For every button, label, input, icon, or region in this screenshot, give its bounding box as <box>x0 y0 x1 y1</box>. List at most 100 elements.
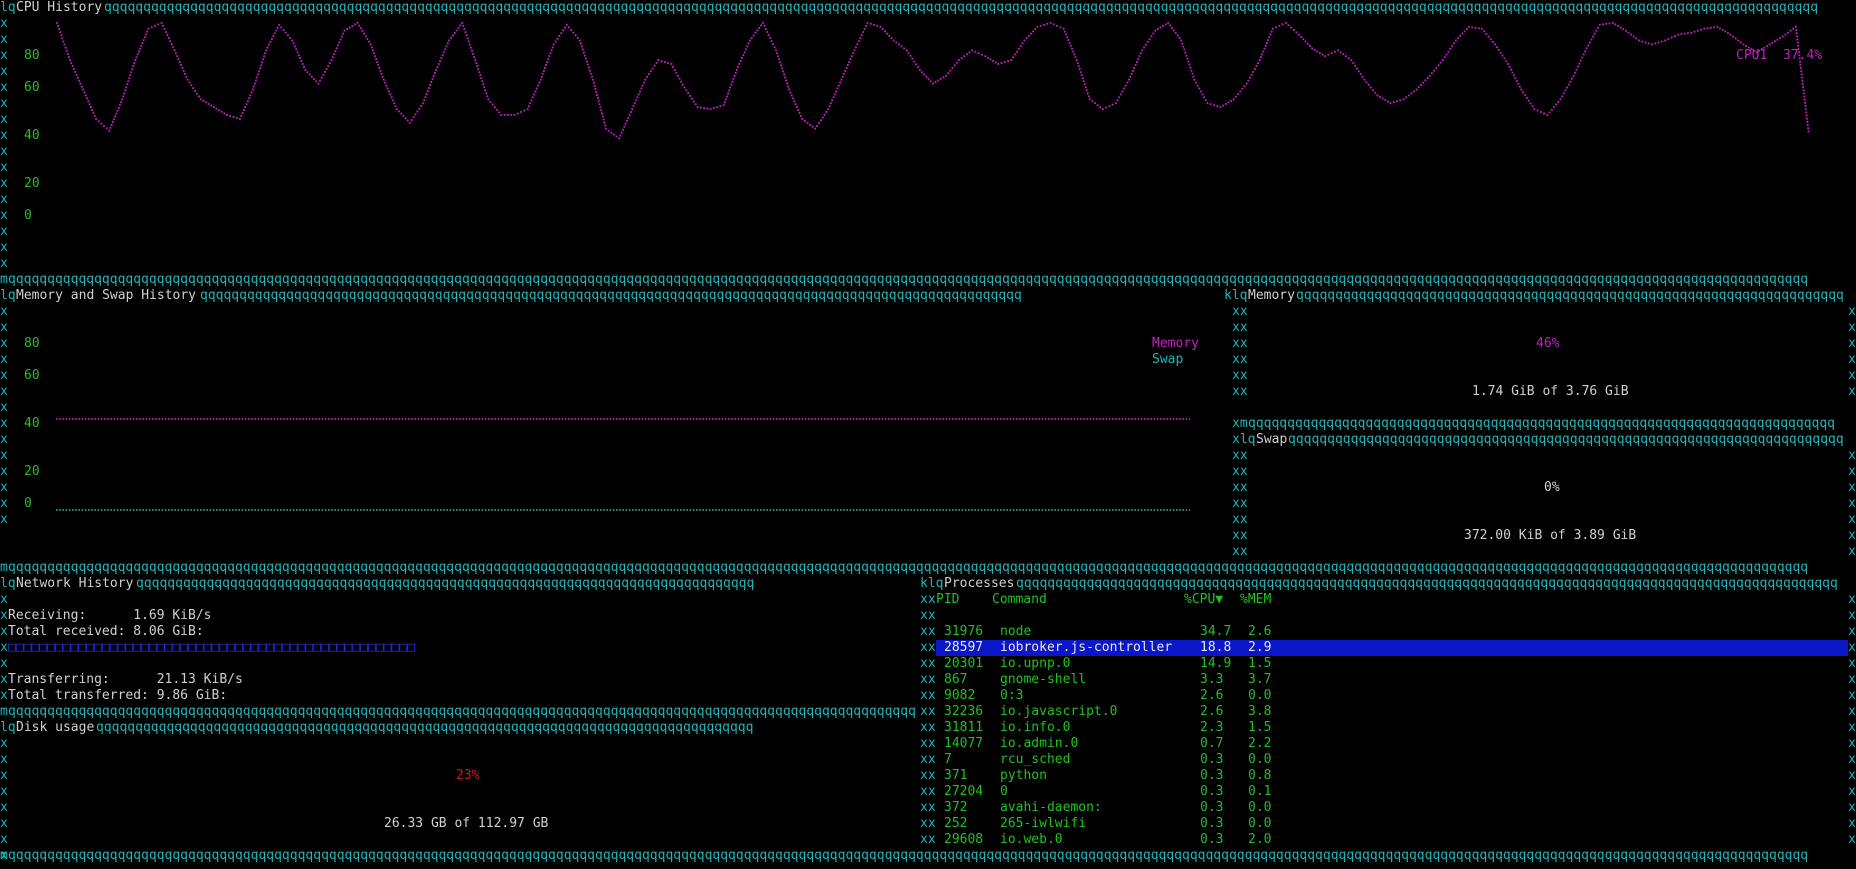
memory-panel-corner: klq <box>1224 288 1248 303</box>
process-row-gutter: xx <box>920 752 936 767</box>
process-cpu: 3.3 <box>1200 672 1224 687</box>
disk-percent: 23% <box>456 768 480 783</box>
memhist-legend-swap: Swap <box>1152 352 1184 367</box>
network-total-transferred: Total transferred: 9.86 GiB: <box>8 688 228 703</box>
processes-panel-title: Processes <box>944 576 1015 591</box>
disk-panel-corner: lq <box>0 720 16 735</box>
process-command: iobroker.js-controller <box>1000 640 1173 655</box>
process-cpu: 0.3 <box>1200 832 1224 847</box>
process-command: io.admin.0 <box>1000 736 1079 751</box>
process-command: 0:3 <box>1000 688 1024 703</box>
process-pid: 29608 <box>944 832 984 847</box>
memhist-legend-memory: Memory <box>1152 336 1199 351</box>
process-command: python <box>1000 768 1047 783</box>
process-mem: 0.8 <box>1248 768 1272 783</box>
col-header-mem[interactable]: %MEM <box>1240 592 1271 608</box>
process-mem: 2.9 <box>1248 640 1272 655</box>
process-row-gutter: xx <box>920 624 936 639</box>
memory-percent: 46% <box>1536 336 1560 351</box>
process-cpu: 0.3 <box>1200 800 1224 815</box>
terminal-screen: lq CPU History qqqqqqqqqqqqqqqqqqqqqqqqq… <box>0 0 1856 869</box>
swap-panel-title: Swap <box>1256 432 1288 447</box>
memory-panel-bottom-corner: xm <box>1232 416 1248 431</box>
process-row-gutter: xx <box>920 832 936 847</box>
memory-panel-title: Memory <box>1248 288 1295 303</box>
swap-panel-left-border: xx xx xx xx xx xx xx <box>1232 448 1248 559</box>
process-command: avahi-daemon: <box>1000 800 1102 815</box>
process-mem: 2.6 <box>1248 624 1272 639</box>
process-mem: 2.2 <box>1248 736 1272 751</box>
col-header-pid[interactable]: PID <box>936 592 959 608</box>
network-panel-top-border: qqqqqqqqqqqqqqqqqqqqqqqqqqqqqqqqqqqqqqqq… <box>136 576 755 591</box>
network-receiving: Receiving: 1.69 KiB/s <box>8 608 212 623</box>
process-mem: 1.5 <box>1248 656 1272 671</box>
process-command: io.upnp.0 <box>1000 656 1071 671</box>
process-row-gutter: xx <box>920 800 936 815</box>
network-panel-bottom-corner: m <box>0 704 8 719</box>
process-row-gutter: xx <box>920 768 936 783</box>
process-mem: 0.0 <box>1248 688 1272 703</box>
process-row-gutter: xx <box>920 784 936 799</box>
process-cpu: 2.6 <box>1200 688 1224 703</box>
middle-divider-corner: m <box>0 560 8 575</box>
process-row-gutter: xx <box>920 656 936 671</box>
swap-panel-top-border: qqqqqqqqqqqqqqqqqqqqqqqqqqqqqqqqqqqqqqqq… <box>1288 432 1844 447</box>
process-command: io.javascript.0 <box>1000 704 1118 719</box>
process-mem: 0.0 <box>1248 816 1272 831</box>
process-pid: 867 <box>944 672 968 687</box>
processes-panel-top-border: qqqqqqqqqqqqqqqqqqqqqqqqqqqqqqqqqqqqqqqq… <box>1016 576 1838 591</box>
disk-panel-title: Disk usage <box>16 720 95 735</box>
processes-gutter-spacer: xx <box>920 608 936 623</box>
swap-percent: 0% <box>1544 480 1560 495</box>
process-command: io.web.0 <box>1000 832 1063 847</box>
network-panel-left-border: x x x x x x x <box>0 592 8 703</box>
process-cpu: 0.3 <box>1200 752 1224 767</box>
process-pid: 14077 <box>944 736 984 751</box>
process-mem: 0.0 <box>1248 752 1272 767</box>
process-pid: 27204 <box>944 784 984 799</box>
process-pid: 28597 <box>944 640 984 655</box>
process-pid: 252 <box>944 816 968 831</box>
process-cpu: 34.7 <box>1200 624 1232 639</box>
swap-panel-corner: xlq <box>1232 432 1256 447</box>
process-cpu: 18.8 <box>1200 640 1232 655</box>
process-command: 265-iwlwifi <box>1000 816 1087 831</box>
swap-panel-right-border: x x x x x x x <box>1848 448 1856 559</box>
process-pid: 9082 <box>944 688 976 703</box>
process-row-gutter: xx <box>920 736 936 751</box>
disk-panel-left-border: x x x x x x x x <box>0 736 8 863</box>
disk-panel-top-border: qqqqqqqqqqqqqqqqqqqqqqqqqqqqqqqqqqqqqqqq… <box>96 720 754 735</box>
memory-panel-bottom-border: qqqqqqqqqqqqqqqqqqqqqqqqqqqqqqqqqqqqqqqq… <box>1248 416 1835 431</box>
process-command: io.info.0 <box>1000 720 1071 735</box>
process-cpu: 0.3 <box>1200 816 1224 831</box>
process-command: rcu_sched <box>1000 752 1071 767</box>
process-row-gutter: xx <box>920 720 936 735</box>
process-command: 0 <box>1000 784 1008 799</box>
memory-panel-top-border: qqqqqqqqqqqqqqqqqqqqqqqqqqqqqqqqqqqqqqqq… <box>1296 288 1844 303</box>
process-row-gutter: xx <box>920 704 936 719</box>
process-command: gnome-shell <box>1000 672 1087 687</box>
processes-header-gutter: xx <box>920 592 936 607</box>
process-pid: 31811 <box>944 720 984 735</box>
disk-detail: 26.33 GB of 112.97 GB <box>384 816 549 831</box>
process-cpu: 2.3 <box>1200 720 1224 735</box>
col-header-cpu[interactable]: %CPU▼ <box>1184 592 1223 608</box>
network-transferring: Transferring: 21.13 KiB/s <box>8 672 243 687</box>
process-cpu: 0.7 <box>1200 736 1224 751</box>
process-cpu: 0.3 <box>1200 784 1224 799</box>
process-row-gutter: xx <box>920 672 936 687</box>
process-mem: 3.8 <box>1248 704 1272 719</box>
bottom-border-corner: m <box>0 848 8 863</box>
network-panel-corner: lq <box>0 576 16 591</box>
process-pid: 371 <box>944 768 968 783</box>
process-mem: 3.7 <box>1248 672 1272 687</box>
process-cpu: 2.6 <box>1200 704 1224 719</box>
memory-detail: 1.74 GiB of 3.76 GiB <box>1472 384 1629 399</box>
process-cpu: 14.9 <box>1200 656 1232 671</box>
processes-panel-right-border: x x x x x x x x x x x x x x x x <box>1848 592 1856 847</box>
process-pid: 372 <box>944 800 968 815</box>
col-header-command[interactable]: Command <box>992 592 1047 608</box>
processes-panel-corner: klq <box>920 576 944 591</box>
network-total-received: Total received: 8.06 GiB: <box>8 624 204 639</box>
screen-bottom-border: qqqqqqqqqqqqqqqqqqqqqqqqqqqqqqqqqqqqqqqq… <box>8 848 1809 863</box>
